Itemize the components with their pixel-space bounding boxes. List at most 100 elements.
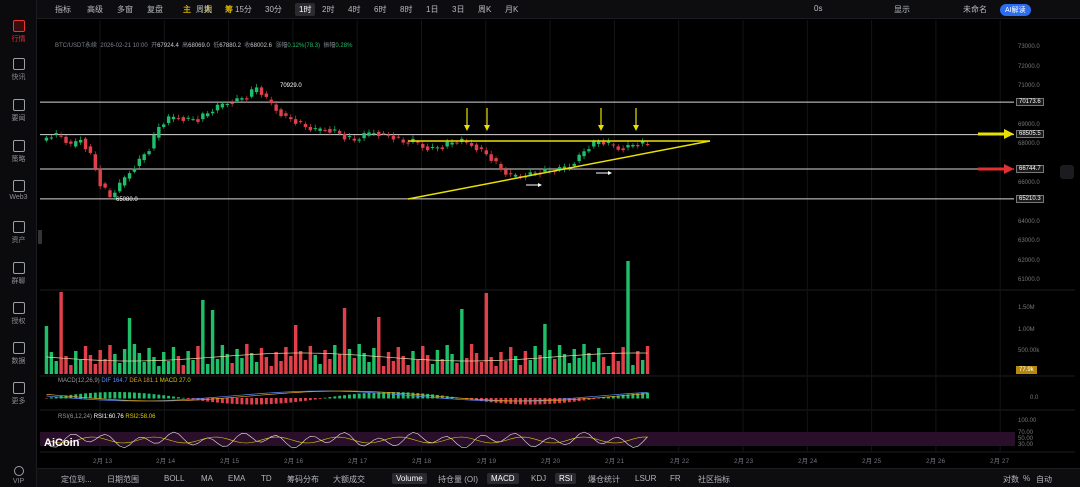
candle-body xyxy=(93,154,98,169)
level-tag-4: 65210.3 xyxy=(1016,195,1044,203)
volume-bar xyxy=(577,358,581,374)
date-tick: 2月 22 xyxy=(670,458,690,465)
candle-body xyxy=(587,149,591,152)
candle-body xyxy=(357,139,361,141)
tab-ema[interactable]: EMA xyxy=(228,474,245,483)
candle-body xyxy=(279,109,283,117)
macd-bar xyxy=(230,398,234,404)
candle-body xyxy=(152,134,156,149)
amplitude-label: 振幅 xyxy=(323,43,336,49)
volume-bar xyxy=(127,318,132,374)
candle-body xyxy=(352,138,357,141)
candle-body xyxy=(509,173,513,175)
macd-bar xyxy=(303,398,307,401)
volume-bar xyxy=(108,345,112,374)
candle-body xyxy=(181,117,185,121)
tab-open-interest[interactable]: 持仓量 (OI) xyxy=(438,474,478,485)
tab-community-indicators[interactable]: 社区指标 xyxy=(698,474,730,485)
volume-bar xyxy=(93,364,98,374)
volume-tick: 500.00k xyxy=(1018,348,1040,354)
macd-bar xyxy=(142,393,146,399)
candle-body xyxy=(132,168,137,172)
volume-bar xyxy=(592,362,596,374)
volume-bar xyxy=(416,360,420,374)
tab-rsi[interactable]: RSI xyxy=(555,473,577,484)
tab-volume[interactable]: Volume xyxy=(392,473,427,484)
candle-body xyxy=(616,146,620,150)
volume-bar xyxy=(474,353,479,374)
candle-body xyxy=(142,154,146,161)
volume-bar xyxy=(430,364,435,374)
kline-chart[interactable] xyxy=(0,0,1080,487)
candle-body xyxy=(249,89,254,97)
candle-body xyxy=(220,103,225,108)
auto-scale-toggle[interactable]: 自动 xyxy=(1036,474,1052,485)
volume-bar xyxy=(465,358,469,374)
tab-liquidation-stats[interactable]: 爆仓统计 xyxy=(588,474,620,485)
volume-bar xyxy=(601,357,606,374)
macd-bar xyxy=(98,392,102,399)
volume-bar xyxy=(445,345,449,374)
macd-bar xyxy=(308,398,312,401)
tab-lsur[interactable]: LSUR xyxy=(635,474,656,483)
price-tick: 62000.0 xyxy=(1018,258,1040,264)
macd-bar xyxy=(220,398,224,404)
macd-bar xyxy=(186,398,190,399)
candle-body xyxy=(596,141,601,145)
candle-body xyxy=(69,141,73,144)
rsi2-value: RSI2:58.06 xyxy=(125,414,156,420)
log-scale-toggle[interactable]: 对数 xyxy=(1003,474,1019,485)
tab-macd[interactable]: MACD xyxy=(487,473,519,484)
macd-bar xyxy=(318,398,322,399)
macd-bar xyxy=(79,393,83,399)
price-tick: 72000.0 xyxy=(1018,64,1040,70)
volume-bar xyxy=(78,360,83,374)
red-pointer-arrow-head xyxy=(1004,164,1014,174)
macd-bar xyxy=(347,394,351,399)
volume-bar xyxy=(293,325,298,374)
macd-bar xyxy=(49,397,53,399)
volume-bar xyxy=(210,310,215,374)
date-tick: 2月 27 xyxy=(990,458,1010,465)
amplitude-value: 0.28% xyxy=(335,43,353,49)
tab-large-trades[interactable]: 大额成交 xyxy=(333,474,365,485)
macd-bar xyxy=(44,398,48,399)
tab-chip-distribution[interactable]: 筹码分布 xyxy=(287,474,319,485)
volume-bar xyxy=(562,354,567,374)
volume-bar xyxy=(518,365,523,374)
macd-bar xyxy=(352,394,356,399)
volume-bar xyxy=(166,361,171,374)
percent-scale-toggle[interactable]: % xyxy=(1023,474,1030,483)
white-arrow-head xyxy=(608,171,612,175)
volume-bar xyxy=(391,361,396,374)
aicoin-watermark: AiCoin xyxy=(44,437,80,449)
locate-button[interactable]: 定位到... xyxy=(61,474,92,485)
macd-bar xyxy=(357,393,361,399)
candle-body xyxy=(240,98,244,100)
volume-bar xyxy=(249,353,254,374)
date-range-button[interactable]: 日期范围 xyxy=(107,474,139,485)
candle-body xyxy=(342,133,347,140)
macd-bar xyxy=(250,398,254,405)
tab-fr[interactable]: FR xyxy=(670,474,681,483)
volume-tick: 1.50M xyxy=(1018,305,1035,311)
macd-bar xyxy=(103,392,107,399)
candle-body xyxy=(626,145,630,148)
volume-bar xyxy=(499,352,503,374)
volume-bar xyxy=(196,346,200,374)
macd-bar xyxy=(362,393,366,399)
tab-boll[interactable]: BOLL xyxy=(164,474,184,483)
ascending-trendline xyxy=(407,140,711,200)
candle-body xyxy=(88,146,93,153)
date-tick: 2月 14 xyxy=(156,458,176,465)
macd-bar xyxy=(577,398,581,402)
volume-bar xyxy=(504,361,508,374)
price-tick: 61000.0 xyxy=(1018,277,1040,283)
tab-td[interactable]: TD xyxy=(261,474,272,483)
tab-kdj[interactable]: KDJ xyxy=(531,474,546,483)
macd-bar xyxy=(157,394,161,399)
candle-body xyxy=(645,143,650,145)
tab-ma[interactable]: MA xyxy=(201,474,213,483)
down-arrow-head xyxy=(464,125,470,131)
ohlc-info: BTC/USDT永续 2026-02-21 10:00 开67924.4 高68… xyxy=(55,40,352,49)
